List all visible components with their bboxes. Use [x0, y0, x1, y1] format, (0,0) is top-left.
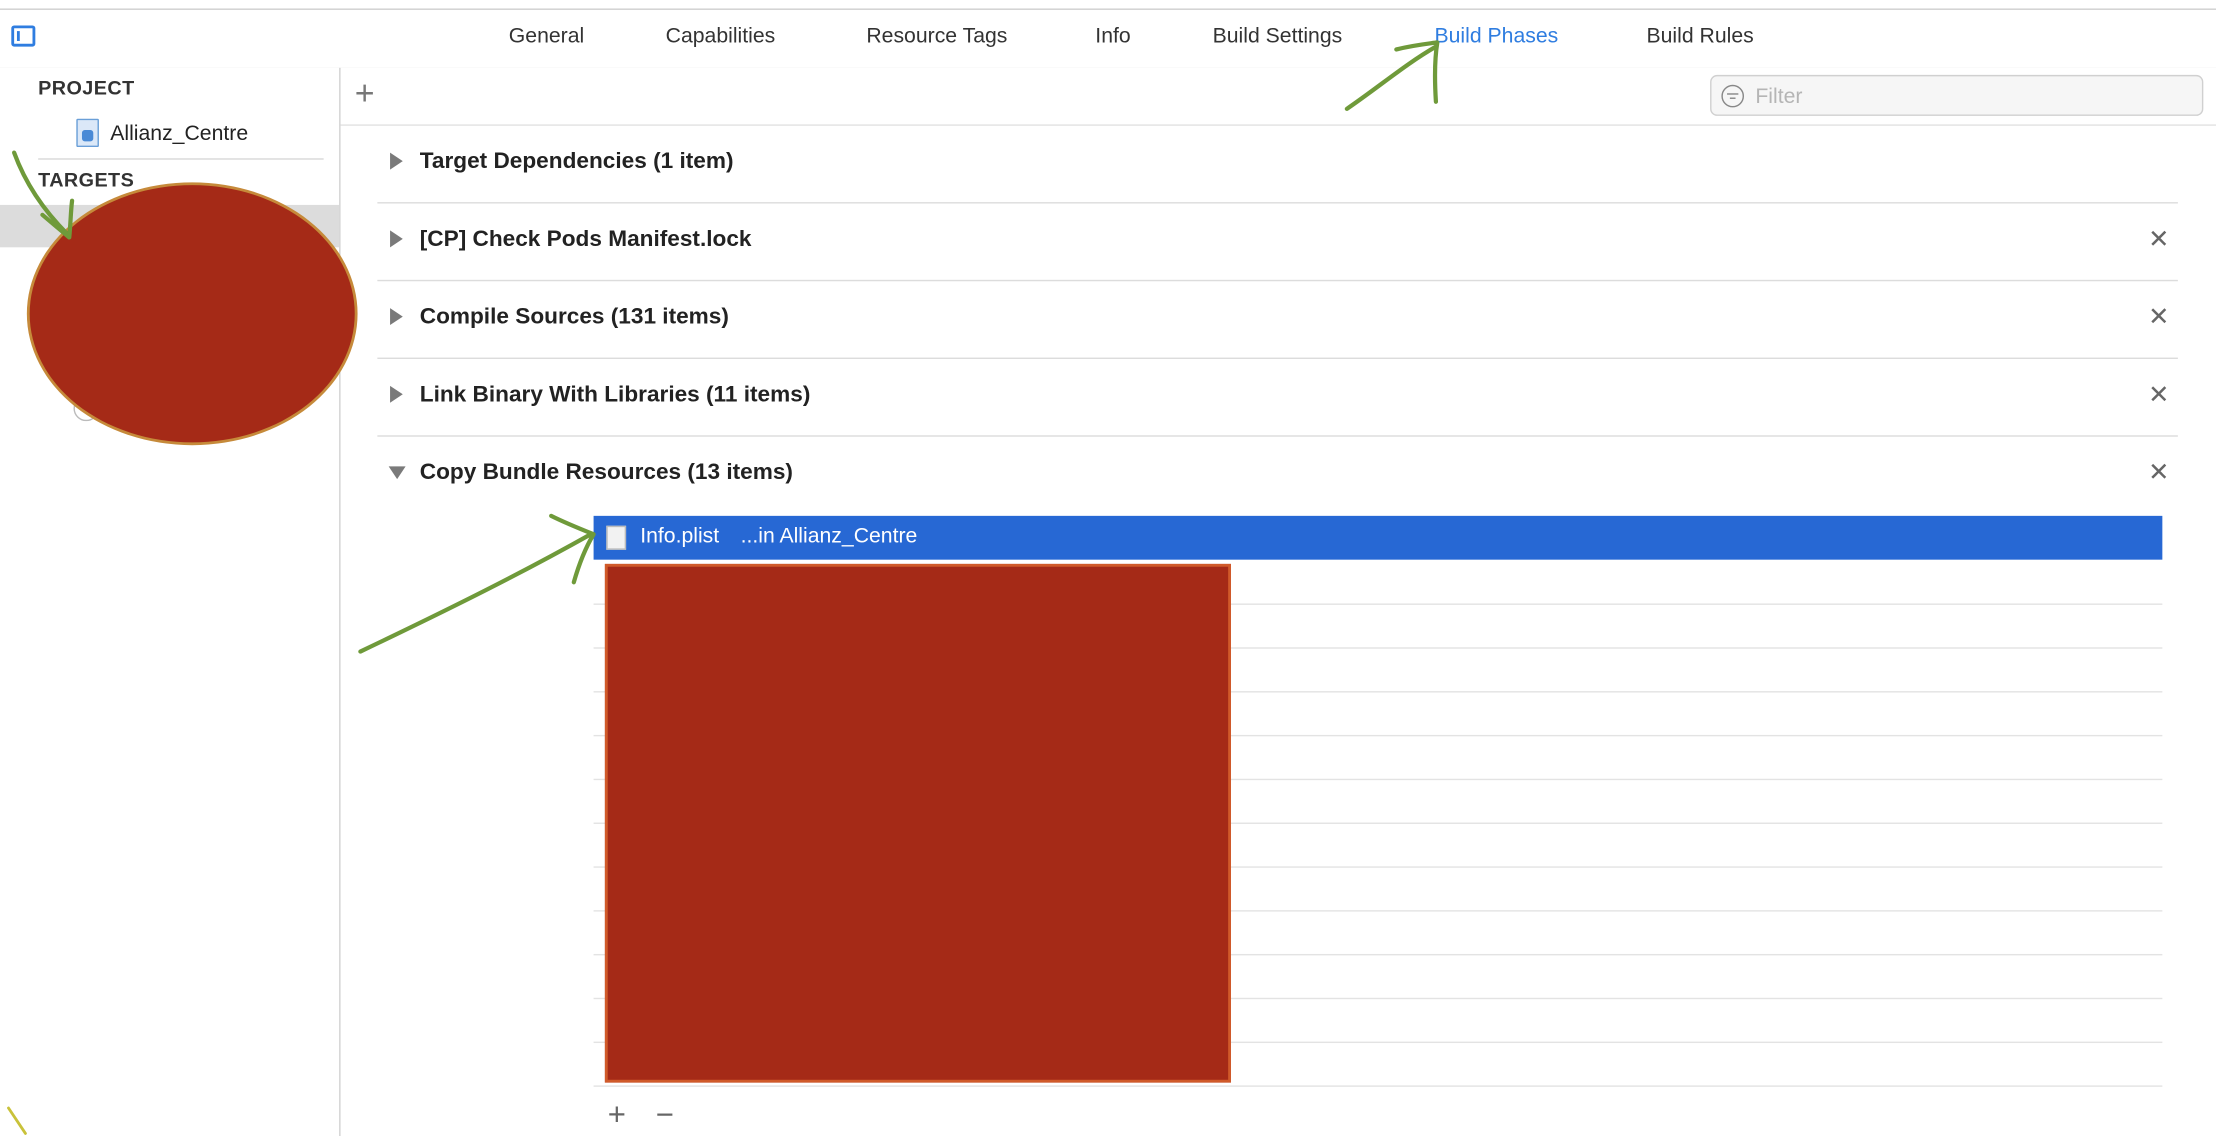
- disclosure-triangle-icon[interactable]: [388, 466, 406, 480]
- disclosure-triangle-icon[interactable]: [390, 152, 403, 170]
- file-location: ...in Allianz_Centre: [740, 524, 918, 549]
- sidebar-divider: [38, 158, 324, 160]
- phase-title: Compile Sources (131 items): [419, 305, 729, 330]
- disclosure-triangle-icon[interactable]: [390, 308, 403, 326]
- phase-check-pods-manifest[interactable]: [CP] Check Pods Manifest.lock ✕: [377, 202, 2178, 282]
- disclosure-triangle-icon[interactable]: [390, 385, 403, 403]
- close-icon[interactable]: ✕: [2148, 226, 2169, 251]
- filter-icon: [1721, 84, 1745, 108]
- xcode-target-editor: General Capabilities Resource Tags Info …: [0, 0, 2216, 1136]
- redaction-rectangle: [604, 563, 1231, 1083]
- project-section-header: PROJECT: [38, 76, 135, 99]
- close-icon[interactable]: ✕: [2148, 304, 2169, 329]
- phase-title: Copy Bundle Resources (13 items): [419, 460, 793, 485]
- filter-field[interactable]: [1710, 74, 2204, 116]
- tab-capabilities[interactable]: Capabilities: [666, 24, 776, 48]
- filter-input[interactable]: [1752, 80, 2183, 112]
- close-icon[interactable]: ✕: [2148, 459, 2169, 484]
- tab-resource-tags[interactable]: Resource Tags: [866, 24, 1007, 48]
- build-phases-toolbar: +: [340, 68, 2216, 126]
- targets-section-header: TARGETS: [38, 168, 135, 191]
- add-file-button[interactable]: +: [608, 1097, 626, 1134]
- tab-build-rules[interactable]: Build Rules: [1646, 24, 1753, 48]
- remove-file-button[interactable]: −: [656, 1097, 674, 1134]
- file-name: Info.plist: [640, 524, 720, 549]
- phase-title: [CP] Check Pods Manifest.lock: [419, 227, 752, 252]
- tab-build-phases[interactable]: Build Phases: [1434, 24, 1558, 48]
- tab-build-settings[interactable]: Build Settings: [1213, 24, 1343, 48]
- tab-general[interactable]: General: [509, 24, 584, 48]
- tab-info[interactable]: Info: [1095, 24, 1130, 48]
- editor-tab-bar: General Capabilities Resource Tags Info …: [0, 8, 2216, 70]
- phase-compile-sources[interactable]: Compile Sources (131 items) ✕: [377, 280, 2178, 359]
- phase-title: Link Binary With Libraries (11 items): [419, 383, 811, 408]
- project-name-label: Allianz_Centre: [110, 121, 249, 146]
- list-item[interactable]: Info.plist ...in Allianz_Centre: [593, 515, 2163, 560]
- project-file-icon: [76, 118, 99, 147]
- close-icon[interactable]: ✕: [2148, 382, 2169, 407]
- phase-copy-bundle-resources[interactable]: Copy Bundle Resources (13 items) ✕: [377, 435, 2178, 513]
- add-build-phase-button[interactable]: +: [355, 77, 375, 112]
- redaction-ellipse: [26, 182, 358, 446]
- phase-title: Target Dependencies (1 item): [419, 149, 734, 174]
- disclosure-triangle-icon[interactable]: [390, 230, 403, 248]
- plist-file-icon: [606, 525, 627, 550]
- phase-target-dependencies[interactable]: Target Dependencies (1 item): [377, 124, 2178, 204]
- navigator-toggle-icon[interactable]: [11, 25, 36, 47]
- phase-link-binary[interactable]: Link Binary With Libraries (11 items) ✕: [377, 358, 2178, 437]
